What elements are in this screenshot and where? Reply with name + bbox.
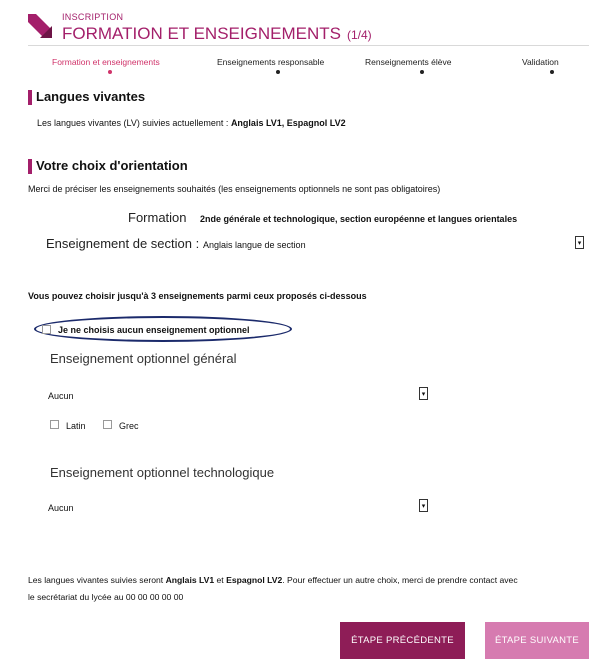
header-kicker: INSCRIPTION [62,12,124,22]
grec-label: Grec [119,421,139,431]
section-select-value[interactable]: Anglais langue de section [203,240,306,250]
technological-option-heading: Enseignement optionnel technologique [50,465,275,480]
section-label: Enseignement de section : [46,236,200,251]
step-responsable[interactable]: Enseignements responsable [217,57,324,67]
section-select-dropdown[interactable]: ▾ [575,236,584,249]
step-dot-formation [108,70,112,74]
chevron-down-icon: ▾ [421,391,426,398]
general-option-dropdown[interactable]: ▾ [419,387,428,400]
arrow-logo-icon [28,14,52,38]
technological-option-dropdown[interactable]: ▾ [419,499,428,512]
no-option-label: Je ne choisis aucun enseignement optionn… [58,325,250,335]
step-dot-responsable [276,70,280,74]
footer-text-e: . Pour effectuer un autre choix, merci d… [282,575,518,585]
previous-step-button[interactable]: ÉTAPE PRÉCÉDENTE [340,622,465,659]
general-option-select-value[interactable]: Aucun [48,391,74,401]
general-option-heading: Enseignement optionnel général [50,351,237,366]
formation-value: 2nde générale et technologique, section … [200,214,518,224]
header-divider [28,45,589,46]
step-formation[interactable]: Formation et enseignements [52,57,160,67]
technological-option-select-value[interactable]: Aucun [48,503,74,513]
languages-title: Langues vivantes [36,89,146,104]
next-step-button[interactable]: ÉTAPE SUIVANTE [485,622,589,659]
grec-checkbox[interactable] [103,420,112,429]
step-dot-validation [550,70,554,74]
languages-text: Les langues vivantes (LV) suivies actuel… [37,118,346,128]
page-title-text: FORMATION ET ENSEIGNEMENTS [62,24,341,43]
languages-value: Anglais LV1, Espagnol LV2 [230,118,346,128]
step-counter: (1/4) [346,28,372,42]
no-option-checkbox[interactable] [42,325,51,334]
footer-contact: le secrétariat du lycée au 00 00 00 00 0… [28,592,184,602]
latin-checkbox[interactable] [50,420,59,429]
step-eleve[interactable]: Renseignements élève [365,57,451,67]
section-marker [28,90,32,105]
formation-label: Formation [128,210,187,225]
section-marker [28,159,32,174]
footer-lv2: Espagnol LV2 [226,575,283,585]
orientation-title: Votre choix d'orientation [36,158,188,173]
footer-note: Les langues vivantes suivies seront Angl… [28,575,518,585]
step-dot-eleve [420,70,424,74]
chevron-down-icon: ▾ [577,240,582,247]
chevron-down-icon: ▾ [421,503,426,510]
page-title: FORMATION ET ENSEIGNEMENTS (1/4) [62,24,372,44]
latin-label: Latin [66,421,86,431]
choose-instruction: Vous pouvez choisir jusqu'à 3 enseigneme… [28,291,367,301]
footer-text-a: Les langues vivantes suivies seront [28,575,166,585]
orientation-intro: Merci de préciser les enseignements souh… [28,184,441,194]
languages-text-prefix: Les langues vivantes (LV) suivies actuel… [37,118,231,128]
step-validation[interactable]: Validation [522,57,559,67]
footer-lv1: Anglais LV1 [165,575,215,585]
footer-text-c: et [214,575,227,585]
